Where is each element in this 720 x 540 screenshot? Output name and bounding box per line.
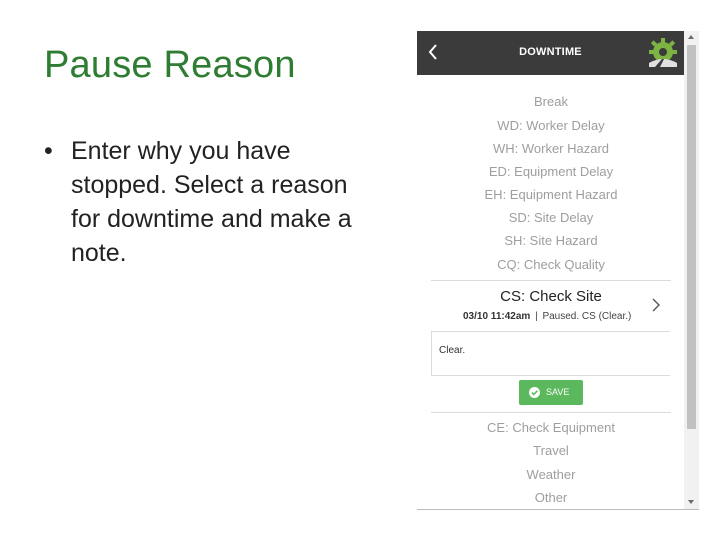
reason-item-cq[interactable]: CQ: Check Quality bbox=[431, 257, 671, 272]
reason-item-travel[interactable]: Travel bbox=[431, 443, 671, 458]
save-label: SAVE bbox=[546, 387, 570, 397]
status-separator: | bbox=[535, 311, 538, 322]
reason-item-wh[interactable]: WH: Worker Hazard bbox=[431, 141, 671, 156]
check-circle-icon bbox=[529, 387, 540, 398]
reason-item-other[interactable]: Other bbox=[431, 490, 671, 505]
note-textarea[interactable]: Clear. bbox=[431, 331, 670, 376]
divider bbox=[431, 280, 671, 281]
reason-item-break[interactable]: Break bbox=[431, 94, 671, 109]
scrollbar[interactable] bbox=[684, 31, 699, 509]
reason-item-cs-selected[interactable]: CS: Check Site bbox=[431, 288, 671, 305]
divider bbox=[431, 412, 671, 413]
reason-item-ce[interactable]: CE: Check Equipment bbox=[431, 420, 671, 435]
header-title: DOWNTIME bbox=[519, 46, 582, 58]
status-timestamp: 03/10 11:42am bbox=[463, 311, 531, 322]
chevron-right-icon[interactable] bbox=[650, 296, 662, 314]
reason-item-wd[interactable]: WD: Worker Delay bbox=[431, 118, 671, 133]
reason-item-weather[interactable]: Weather bbox=[431, 467, 671, 482]
reason-item-ed[interactable]: ED: Equipment Delay bbox=[431, 164, 671, 179]
app-header: DOWNTIME bbox=[417, 31, 684, 75]
scroll-thumb[interactable] bbox=[687, 45, 696, 429]
scroll-down-arrow-icon[interactable] bbox=[688, 500, 694, 504]
scroll-up-arrow-icon[interactable] bbox=[688, 35, 694, 39]
status-text: Paused. CS (Clear.) bbox=[542, 311, 632, 322]
app-screenshot: DOWNTIME Break WD: Worker Delay WH: Work… bbox=[417, 31, 699, 510]
bullet-item: • Enter why you have stopped. Select a r… bbox=[44, 134, 364, 270]
bullet-list: • Enter why you have stopped. Select a r… bbox=[44, 134, 364, 270]
status-line: 03/10 11:42am | Paused. CS (Clear.) bbox=[463, 311, 631, 322]
note-text: Clear. bbox=[439, 345, 466, 356]
slide-title: Pause Reason bbox=[44, 44, 296, 86]
gear-logo-icon bbox=[649, 38, 677, 67]
reason-item-sd[interactable]: SD: Site Delay bbox=[431, 210, 671, 225]
bullet-dot: • bbox=[44, 137, 53, 165]
save-button[interactable]: SAVE bbox=[519, 380, 583, 405]
reason-item-eh[interactable]: EH: Equipment Hazard bbox=[431, 187, 671, 202]
bullet-text: Enter why you have stopped. Select a rea… bbox=[71, 137, 352, 267]
reason-item-sh[interactable]: SH: Site Hazard bbox=[431, 233, 671, 248]
